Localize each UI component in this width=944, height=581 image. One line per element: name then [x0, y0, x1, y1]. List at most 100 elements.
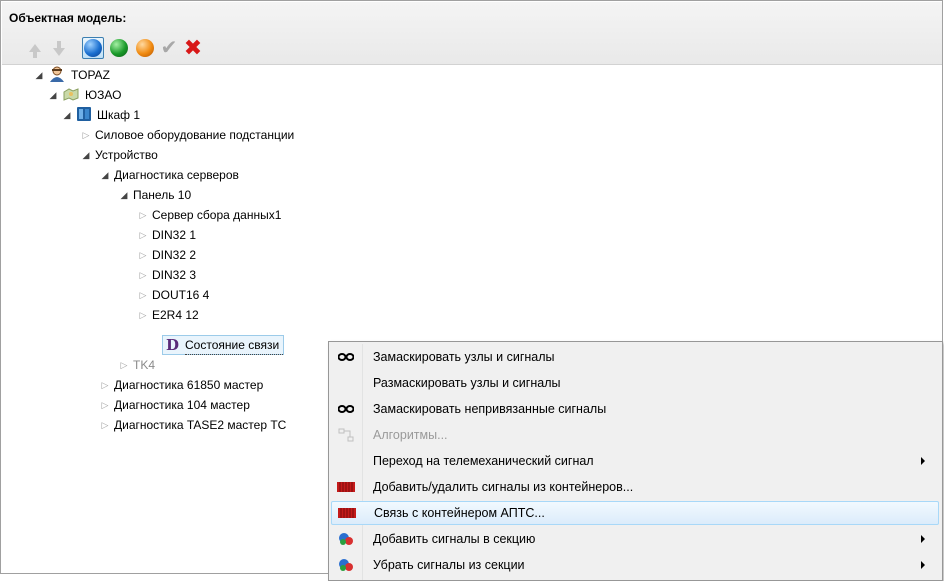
tree-node-diag-tase2[interactable]: ▷ Диагностика TASE2 мастер TC	[100, 415, 287, 435]
tree-node-din32-2[interactable]: ▷ DIN32 2	[138, 245, 197, 265]
expand-icon[interactable]: ▷	[138, 290, 148, 301]
menu-item-add-signals-to-section[interactable]: Добавить сигналы в секцию	[331, 527, 939, 551]
apply-button[interactable]: ✔	[158, 37, 180, 59]
menu-item-unmask-nodes-signals[interactable]: Размаскировать узлы и сигналы	[331, 371, 939, 395]
menu-item-label: Алгоритмы...	[373, 428, 448, 442]
expand-icon[interactable]: ▷	[81, 130, 91, 141]
tree-node-label: DIN32 1	[152, 228, 197, 242]
move-down-button[interactable]	[48, 37, 70, 59]
tree-node-dout16-4[interactable]: ▷ DOUT16 4	[138, 285, 210, 305]
tree-node-label: Сервер сбора данных1	[152, 208, 282, 222]
tree-node-label: E2R4 12	[152, 308, 199, 322]
expand-icon[interactable]: ▷	[138, 210, 148, 221]
tree-node-label: Состояние связи	[185, 338, 284, 355]
menu-item-label: Замаскировать непривязанные сигналы	[373, 402, 607, 416]
section-signals-icon	[331, 532, 361, 546]
tree-node-e2r4-12[interactable]: ▷ E2R4 12	[138, 305, 199, 325]
arrow-up-icon	[29, 44, 41, 58]
tree-node-label: Диагностика 104 мастер	[114, 398, 250, 412]
menu-item-label: Размаскировать узлы и сигналы	[373, 376, 561, 390]
orange-state-button[interactable]	[134, 37, 156, 59]
expand-icon[interactable]: ▷	[119, 360, 129, 371]
collapse-icon[interactable]: ◢	[62, 110, 72, 121]
menu-item-label: Связь с контейнером АПТС...	[374, 506, 545, 520]
tree-node-label: TK4	[133, 358, 156, 372]
mask-icon	[331, 353, 361, 361]
tree-node-label: Шкаф 1	[97, 108, 141, 122]
tree-node-diag-61850[interactable]: ▷ Диагностика 61850 мастер	[100, 375, 264, 395]
object-model-panel: Объектная модель: ✔ ✖ ◢ TOPAZ ◢ ЮЗАО ◢ Ш…	[0, 0, 943, 581]
menu-item-mask-nodes-signals[interactable]: Замаскировать узлы и сигналы	[331, 345, 939, 369]
tree-node-connection-state[interactable]: D Состояние связи	[162, 335, 285, 355]
blue-state-button[interactable]	[82, 37, 104, 59]
tree-node-data-server[interactable]: ▷ Сервер сбора данных1	[138, 205, 282, 225]
move-up-button[interactable]	[24, 37, 46, 59]
collapse-icon[interactable]: ◢	[34, 70, 44, 81]
mask-icon	[331, 405, 361, 413]
collapse-icon[interactable]: ◢	[100, 170, 110, 181]
expand-icon[interactable]: ▷	[100, 380, 110, 391]
collapse-icon[interactable]: ◢	[48, 90, 58, 101]
tree-node-label: Диагностика TASE2 мастер TC	[114, 418, 287, 432]
tree-node-device[interactable]: ◢ Устройство	[81, 145, 158, 165]
expand-icon[interactable]: ▷	[138, 230, 148, 241]
tree-node-label: DIN32 2	[152, 248, 197, 262]
d-letter-icon: D	[166, 336, 180, 354]
menu-item-label: Замаскировать узлы и сигналы	[373, 350, 555, 364]
menu-item-remove-signals-from-section[interactable]: Убрать сигналы из секции	[331, 553, 939, 577]
toolbar: ✔ ✖	[24, 37, 234, 61]
tree-node-din32-1[interactable]: ▷ DIN32 1	[138, 225, 197, 245]
menu-item-link-apts-container[interactable]: Связь с контейнером АПТС...	[331, 501, 939, 525]
submenu-arrow-icon	[921, 535, 925, 543]
delete-button[interactable]: ✖	[182, 37, 204, 59]
orange-ball-icon	[136, 39, 154, 57]
tree-node-power-equipment[interactable]: ▷ Силовое оборудование подстанции	[81, 125, 295, 145]
tree-node-label: Диагностика серверов	[114, 168, 239, 182]
tree-node-topaz[interactable]: ◢ TOPAZ	[34, 65, 110, 85]
menu-item-label: Добавить сигналы в секцию	[373, 532, 536, 546]
tree-node-label: DIN32 3	[152, 268, 197, 282]
blue-ball-icon	[84, 39, 102, 57]
tree-node-label: TOPAZ	[71, 68, 110, 82]
menu-item-algorithms[interactable]: Алгоритмы...	[331, 423, 939, 447]
tree-node-cabinet[interactable]: ◢ Шкаф 1	[62, 105, 140, 125]
menu-item-go-to-telemech-signal[interactable]: Переход на телемеханический сигнал	[331, 449, 939, 473]
green-state-button[interactable]	[108, 37, 130, 59]
submenu-arrow-icon	[921, 561, 925, 569]
tree-node-server-diagnostics[interactable]: ◢ Диагностика серверов	[100, 165, 239, 185]
tree-node-diag-104[interactable]: ▷ Диагностика 104 мастер	[100, 395, 250, 415]
menu-item-label: Добавить/удалить сигналы из контейнеров.…	[373, 480, 634, 494]
tree-node-tk4[interactable]: ▷ TK4	[119, 355, 155, 375]
tree-node-label: Устройство	[95, 148, 158, 162]
cabinet-icon	[76, 106, 92, 125]
section-signals-icon	[331, 558, 361, 572]
submenu-arrow-icon	[921, 457, 925, 465]
arrow-down-icon	[53, 41, 65, 56]
expand-icon[interactable]: ▷	[100, 400, 110, 411]
checkmark-icon: ✔	[160, 37, 178, 59]
red-cross-icon: ✖	[183, 35, 203, 60]
menu-item-add-remove-container-signals[interactable]: Добавить/удалить сигналы из контейнеров.…	[331, 475, 939, 499]
tree-node-label: ЮЗАО	[85, 88, 122, 102]
expand-icon[interactable]: ▷	[138, 270, 148, 281]
context-menu: Замаскировать узлы и сигналы Размаскиров…	[328, 341, 943, 581]
collapse-icon[interactable]: ◢	[119, 190, 129, 201]
green-ball-icon	[110, 39, 128, 57]
expand-icon[interactable]: ▷	[138, 310, 148, 321]
tree-node-panel-10[interactable]: ◢ Панель 10	[119, 185, 192, 205]
expand-icon[interactable]: ▷	[100, 420, 110, 431]
panel-header: Объектная модель: ✔ ✖	[2, 2, 942, 65]
collapse-icon[interactable]: ◢	[81, 150, 91, 161]
tree-node-din32-3[interactable]: ▷ DIN32 3	[138, 265, 197, 285]
tree-node-label: Панель 10	[133, 188, 192, 202]
container-icon	[332, 508, 362, 518]
container-icon	[331, 482, 361, 492]
menu-item-label: Убрать сигналы из секции	[373, 558, 525, 572]
map-region-icon	[62, 86, 80, 105]
menu-item-mask-unbound-signals[interactable]: Замаскировать непривязанные сигналы	[331, 397, 939, 421]
tree-node-uzao[interactable]: ◢ ЮЗАО	[48, 85, 121, 105]
tree-node-label: Силовое оборудование подстанции	[95, 128, 295, 142]
panel-title: Объектная модель:	[9, 11, 127, 25]
expand-icon[interactable]: ▷	[138, 250, 148, 261]
user-icon	[48, 66, 66, 85]
